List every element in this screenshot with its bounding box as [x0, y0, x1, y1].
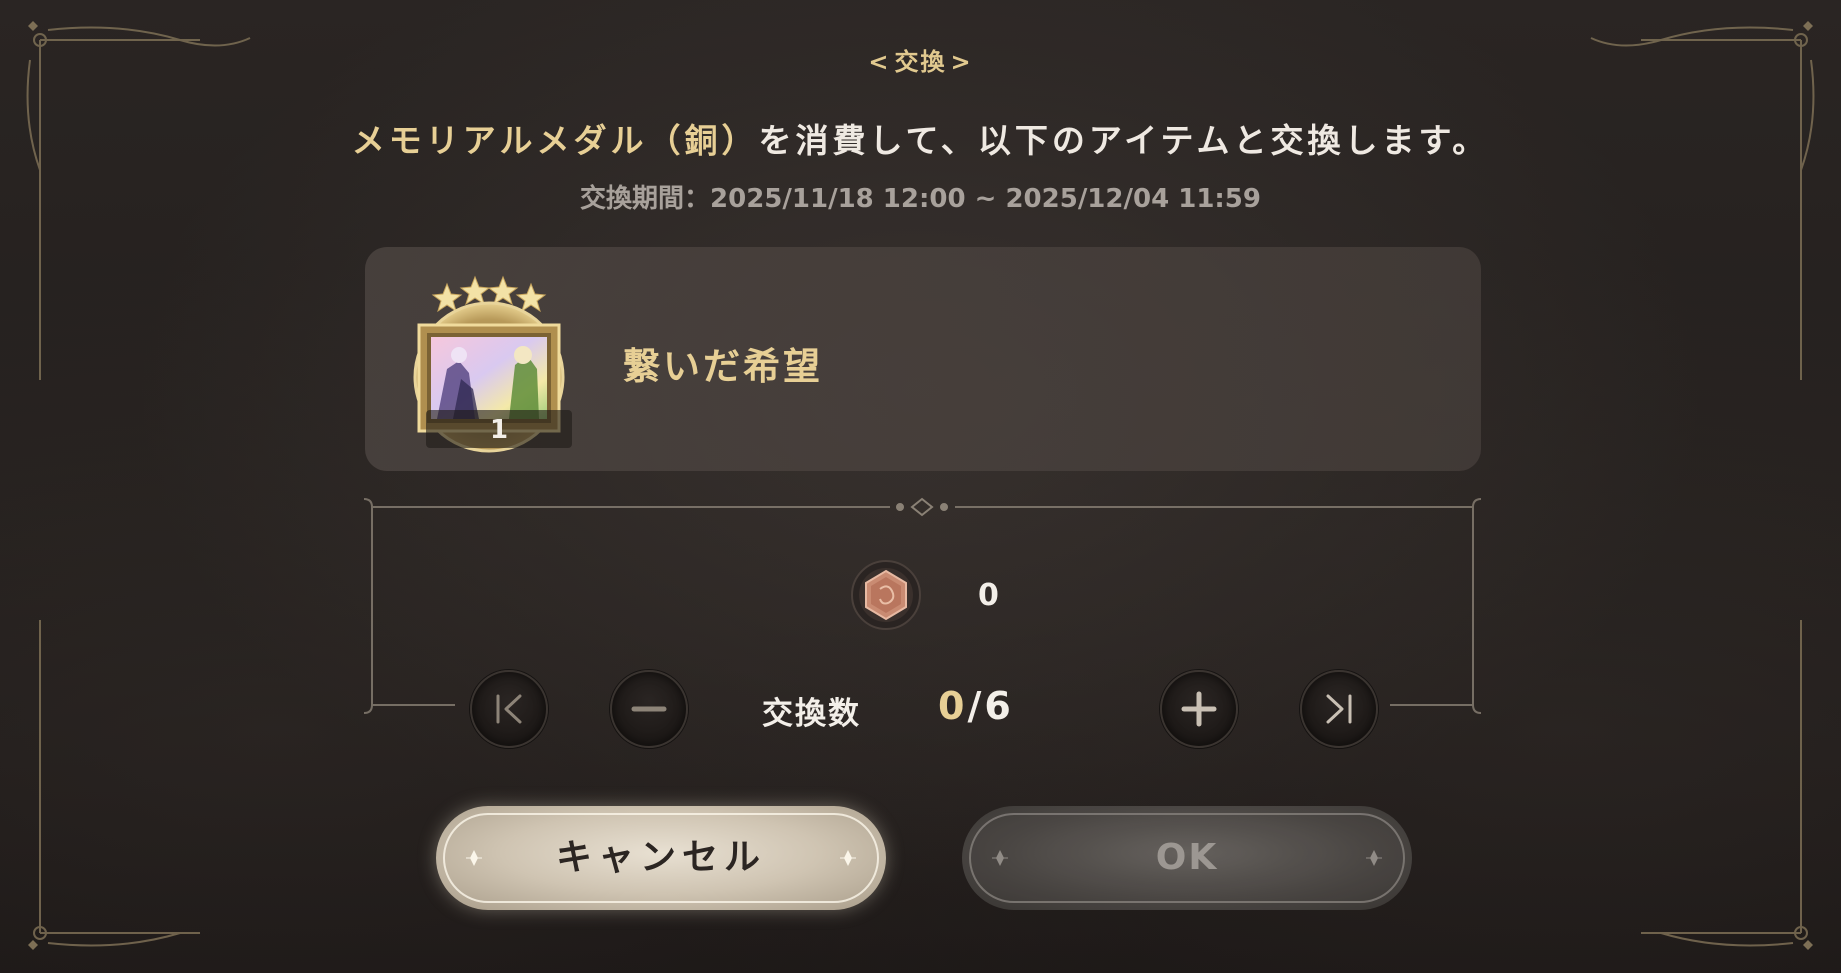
quantity-min-button[interactable] [470, 670, 548, 748]
plus-icon [1181, 691, 1217, 727]
minus-icon [631, 706, 667, 712]
quantity-max: 6 [984, 684, 1014, 728]
skip-to-first-icon [496, 694, 522, 724]
item-count: 1 [489, 415, 509, 445]
quantity-max-button[interactable] [1300, 670, 1378, 748]
dialog-header: < 交換 > [868, 48, 973, 76]
exchange-period: 交換期間：2025/11/18 12:00 ~ 2025/12/04 11:59 [0, 178, 1841, 215]
cancel-button[interactable]: キャンセル [436, 806, 886, 910]
quantity-increase-button[interactable] [1160, 670, 1238, 748]
quantity-decrease-button[interactable] [610, 670, 688, 748]
quantity-current: 0 [938, 684, 968, 728]
period-value: 2025/11/18 12:00 ~ 2025/12/04 11:59 [710, 184, 1261, 214]
skip-to-last-icon [1326, 694, 1352, 724]
ok-button-label: OK [1155, 837, 1219, 878]
medal-amount: 0 [978, 578, 999, 613]
quantity-value: 0/6 [938, 684, 1014, 728]
cancel-button-label: キャンセル [555, 837, 766, 878]
exchange-message: メモリアルメダル（銅）を消費して、以下のアイテムと交換します。 [0, 114, 1841, 162]
item-name: 繋いだ希望 [623, 345, 823, 388]
bronze-medal-icon [850, 559, 922, 631]
quantity-label: 交換数 [762, 696, 861, 732]
message-text: を消費して、以下のアイテムと交換します。 [758, 121, 1490, 160]
message-medal-name: メモリアルメダル（銅） [351, 121, 759, 160]
period-label: 交換期間： [580, 184, 711, 214]
exchange-dialog: < 交換 > メモリアルメダル（銅）を消費して、以下のアイテムと交換します。 交換期… [0, 0, 1841, 973]
quantity-separator: / [967, 684, 985, 728]
ok-button[interactable]: OK [962, 806, 1412, 910]
